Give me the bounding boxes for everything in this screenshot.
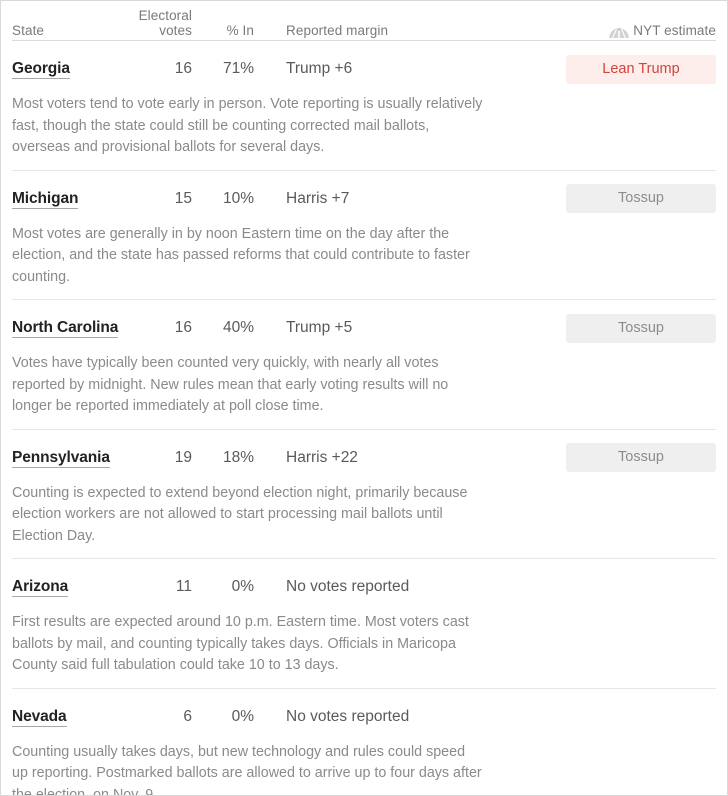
state-cell: Arizona — [12, 578, 132, 597]
status-badge[interactable]: Lean Trump — [566, 54, 716, 84]
reported-margin-cell: No votes reported — [286, 707, 410, 725]
state-cell: Nevada — [12, 707, 132, 727]
state-link[interactable]: Georgia — [12, 60, 70, 79]
state-note: First results are expected around 10 p.m… — [12, 614, 469, 673]
state-note: Counting is expected to extend beyond el… — [12, 484, 468, 544]
status-badge[interactable]: Tossup — [566, 443, 716, 472]
state-cell: Michigan — [12, 189, 132, 209]
table-row: Michigan 15 10% Harris +7 Tossup Most votes a… — [12, 171, 716, 300]
table-body: Georgia 16 71% Trump +6 Lean Trump Most voter… — [12, 41, 716, 796]
nyt-estimate-cell — [566, 702, 716, 731]
state-link[interactable]: North Carolina — [12, 319, 118, 338]
electoral-votes-cell: 16 — [174, 319, 192, 336]
table-header-row: State Electoral votes % In Reported marg… — [12, 1, 716, 41]
row-main: North Carolina 16 40% Trump +5 Tossup — [12, 313, 716, 343]
column-header-percent-in: % In — [226, 23, 254, 38]
status-badge[interactable]: Tossup — [566, 184, 716, 213]
status-badge — [566, 573, 716, 602]
electoral-votes-cell: 19 — [174, 448, 192, 466]
nyt-estimate-cell: Lean Trump — [566, 54, 716, 84]
electoral-votes-cell: 6 — [183, 707, 192, 725]
status-badge[interactable]: Tossup — [566, 313, 716, 343]
state-note: Counting usually takes days, but new tec… — [12, 743, 482, 796]
reported-margin-cell: No votes reported — [286, 578, 410, 595]
table-row: North Carolina 16 40% Trump +5 Tossup Votes h… — [12, 300, 716, 430]
row-main: Pennsylvania 19 18% Harris +22 Tossup — [12, 443, 716, 473]
state-cell: Pennsylvania — [12, 448, 132, 468]
percent-in-cell: 71% — [222, 60, 254, 77]
electoral-votes-cell: 16 — [174, 60, 192, 77]
percent-in-cell: 0% — [231, 578, 254, 595]
reported-margin-cell: Trump +6 — [286, 60, 353, 77]
table-row: Georgia 16 71% Trump +6 Lean Trump Most voter… — [12, 41, 716, 171]
table-row: Nevada 6 0% No votes reported Counting usual… — [12, 689, 716, 796]
percent-in-cell: 10% — [222, 189, 254, 207]
column-header-electoral-votes-line1: Electoral — [138, 8, 192, 23]
state-cell: North Carolina — [12, 319, 132, 338]
nyt-estimate-cell: Tossup — [566, 184, 716, 213]
election-results-table-page: State Electoral votes % In Reported marg… — [0, 0, 728, 796]
percent-in-cell: 40% — [222, 319, 254, 336]
nyt-estimate-cell: Tossup — [566, 313, 716, 343]
state-link[interactable]: Arizona — [12, 578, 68, 597]
state-link[interactable]: Michigan — [12, 189, 78, 209]
column-header-reported-margin: Reported margin — [286, 23, 389, 38]
column-header-state: State — [12, 23, 45, 38]
percent-in-cell: 0% — [231, 707, 254, 725]
state-link[interactable]: Pennsylvania — [12, 448, 110, 468]
state-note: Votes have typically been counted very q… — [12, 355, 449, 414]
reported-margin-cell: Harris +7 — [286, 189, 350, 207]
state-note: Most votes are generally in by noon East… — [12, 225, 470, 285]
table-row: Arizona 11 0% No votes reported First result… — [12, 559, 716, 689]
column-header-nyt-estimate-label: NYT estimate — [633, 22, 716, 38]
nyt-estimate-cell: Tossup — [566, 443, 716, 472]
gauge-icon — [608, 23, 630, 39]
row-main: Nevada 6 0% No votes reported — [12, 702, 716, 732]
column-header-electoral-votes: Electoral votes — [132, 8, 192, 38]
row-main: Arizona 11 0% No votes reported — [12, 572, 716, 602]
column-header-nyt-estimate: NYT estimate — [566, 22, 716, 39]
row-main: Georgia 16 71% Trump +6 Lean Trump — [12, 54, 716, 84]
electoral-votes-cell: 11 — [175, 578, 192, 595]
percent-in-cell: 18% — [222, 448, 254, 466]
row-main: Michigan 15 10% Harris +7 Tossup — [12, 184, 716, 214]
column-header-electoral-votes-line2: votes — [159, 23, 192, 38]
reported-margin-cell: Trump +5 — [286, 319, 353, 336]
nyt-estimate-cell — [566, 573, 716, 602]
reported-margin-cell: Harris +22 — [286, 448, 358, 466]
status-badge — [566, 702, 716, 731]
table-row: Pennsylvania 19 18% Harris +22 Tossup Countin… — [12, 430, 716, 559]
state-note: Most voters tend to vote early in person… — [12, 96, 483, 155]
electoral-votes-cell: 15 — [174, 189, 192, 207]
state-cell: Georgia — [12, 60, 132, 79]
state-link[interactable]: Nevada — [12, 707, 67, 727]
state-results-table: State Electoral votes % In Reported marg… — [1, 1, 727, 796]
